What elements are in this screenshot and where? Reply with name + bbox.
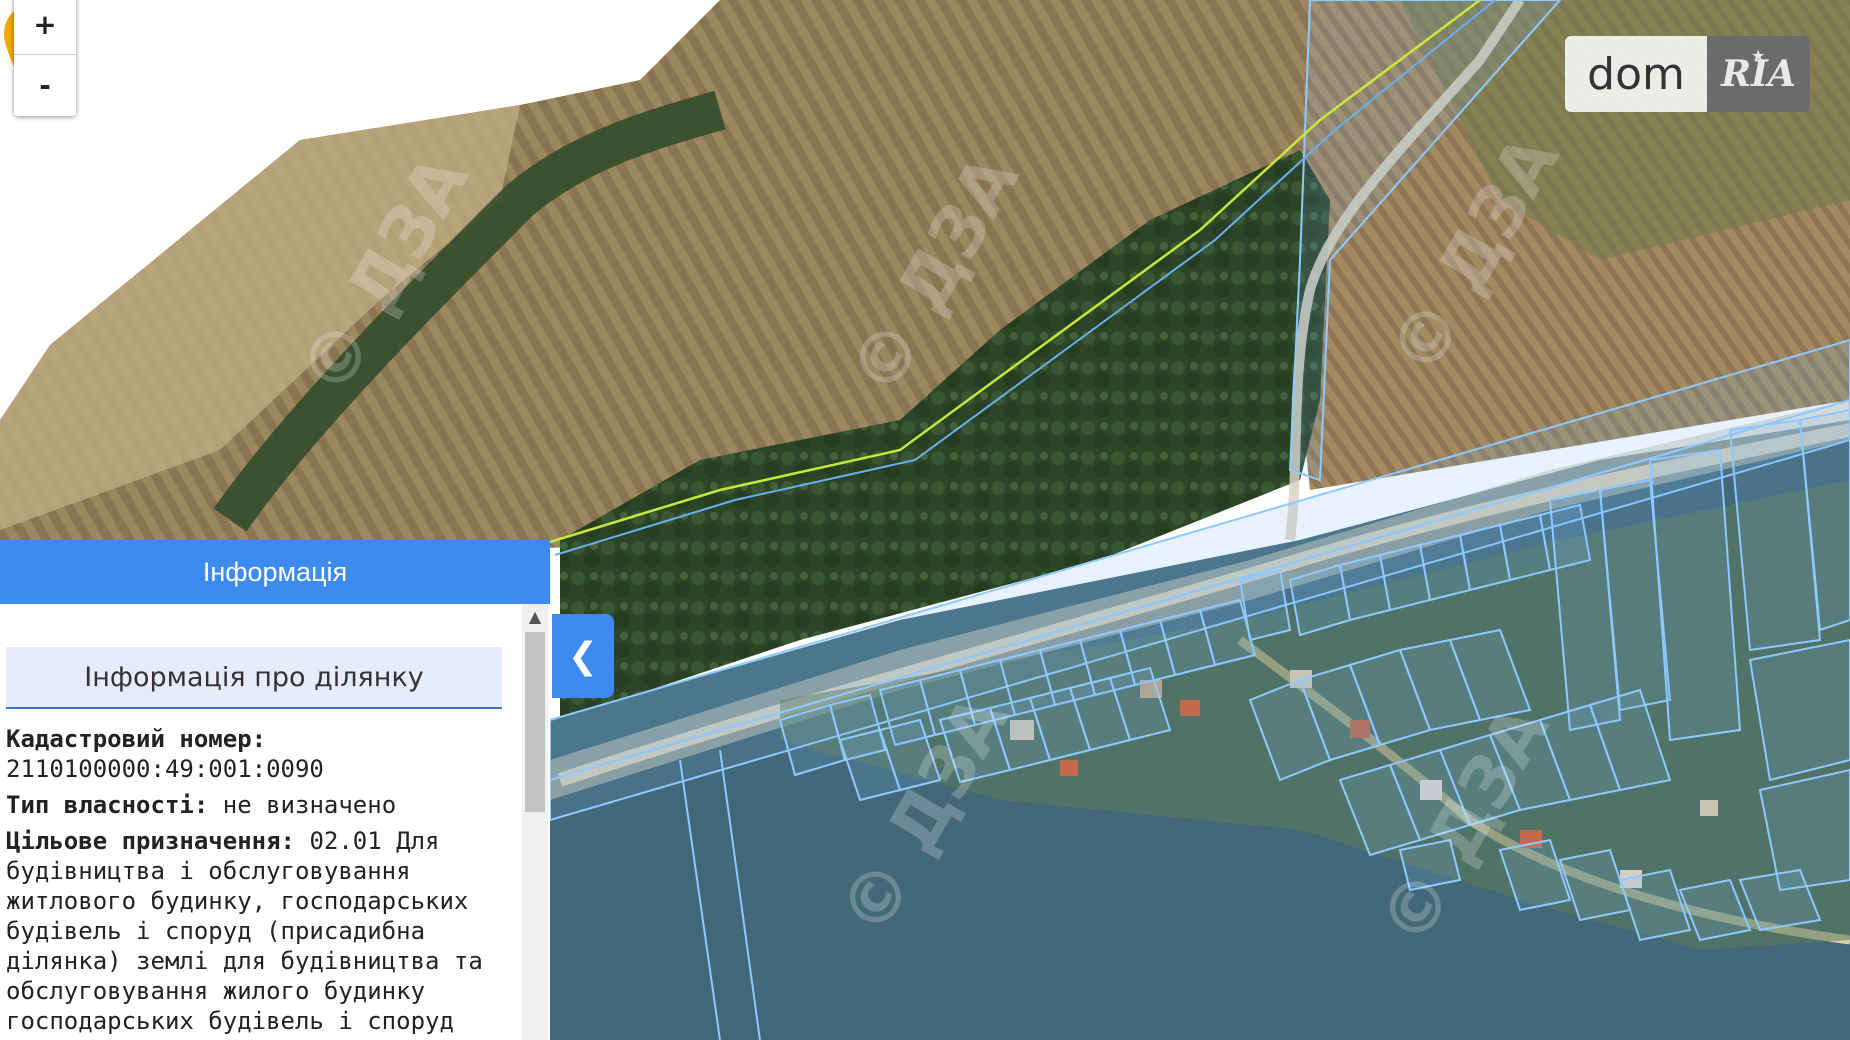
info-panel: Інформація Інформація про ділянку Кадаст… bbox=[0, 540, 550, 1040]
scroll-up-arrow-icon[interactable]: ▲ bbox=[522, 604, 548, 628]
cadastral-value: 2110100000:49:001:0090 bbox=[6, 755, 324, 783]
panel-header: Інформація bbox=[0, 540, 550, 604]
purpose-value: 02.01 Для будівництва і обслуговування ж… bbox=[6, 827, 483, 1035]
section-title: Інформація про ділянку bbox=[6, 647, 502, 709]
ownership-label: Тип власності: bbox=[6, 791, 209, 819]
cadastral-label: Кадастровий номер: bbox=[6, 725, 267, 753]
purpose-label: Цільове призначення: bbox=[6, 827, 295, 855]
zoom-control: + - bbox=[14, 0, 76, 116]
cadastral-row: Кадастровий номер: 2110100000:49:001:009… bbox=[6, 724, 506, 784]
parcel-info: Кадастровий номер: 2110100000:49:001:009… bbox=[6, 724, 506, 1040]
star-icon: ★ bbox=[1751, 46, 1766, 65]
scroll-thumb[interactable] bbox=[525, 632, 545, 812]
panel-scrollbar[interactable]: ▲ bbox=[522, 604, 548, 1040]
zoom-out-button[interactable]: - bbox=[14, 55, 76, 115]
ownership-row: Тип власності: не визначено bbox=[6, 790, 506, 820]
collapse-panel-button[interactable]: ❮ bbox=[552, 614, 614, 698]
zoom-in-button[interactable]: + bbox=[14, 0, 76, 55]
chevron-left-icon: ❮ bbox=[567, 635, 599, 677]
ownership-value: не визначено bbox=[222, 791, 397, 819]
domria-logo: dom RIA ★ bbox=[1565, 36, 1810, 112]
logo-dom-text: dom bbox=[1565, 36, 1707, 112]
purpose-row: Цільове призначення: 02.01 Для будівницт… bbox=[6, 826, 506, 1036]
panel-body[interactable]: Інформація про ділянку Кадастровий номер… bbox=[0, 604, 522, 1040]
